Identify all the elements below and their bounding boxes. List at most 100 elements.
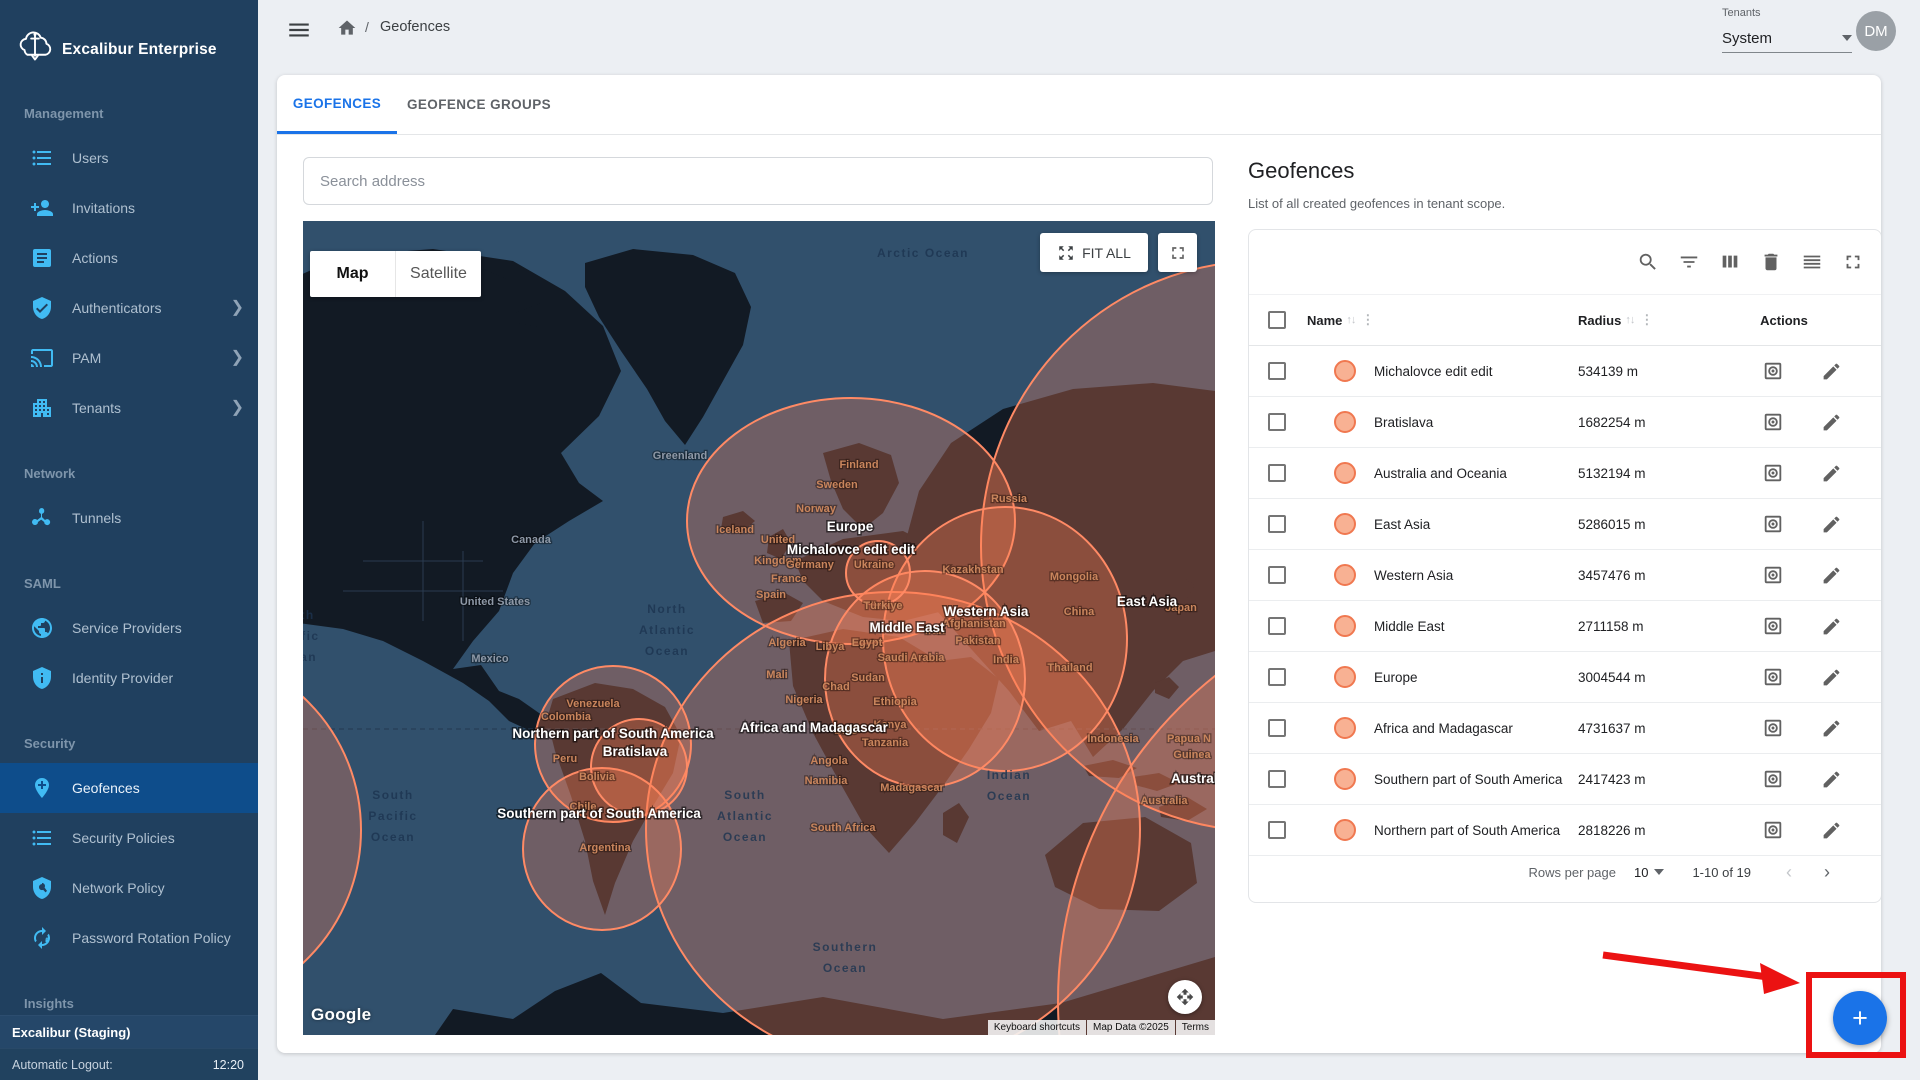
select-all-checkbox[interactable] bbox=[1268, 311, 1286, 329]
map-label-canada: Canada bbox=[511, 534, 552, 546]
delete-button[interactable] bbox=[1875, 511, 1881, 537]
view-on-map-button[interactable] bbox=[1760, 715, 1786, 741]
rows-per-page-label: Rows per page bbox=[1529, 865, 1616, 880]
search-icon[interactable] bbox=[1636, 250, 1660, 274]
view-on-map-button[interactable] bbox=[1760, 766, 1786, 792]
view-on-map-button[interactable] bbox=[1760, 511, 1786, 537]
breadcrumb-home-icon[interactable] bbox=[337, 18, 357, 38]
geofence-name: Western Asia bbox=[1374, 568, 1453, 583]
map-label-greenland: Greenland bbox=[653, 450, 707, 462]
delete-button[interactable] bbox=[1875, 562, 1881, 588]
shield-search-icon bbox=[30, 876, 54, 900]
delete-button[interactable] bbox=[1875, 409, 1881, 435]
sort-icon[interactable]: ↑↓ bbox=[1625, 314, 1634, 326]
edit-button[interactable] bbox=[1818, 766, 1844, 792]
sidebar-item-invitations[interactable]: Invitations bbox=[0, 183, 258, 233]
view-on-map-button[interactable] bbox=[1760, 460, 1786, 486]
view-on-map-button[interactable] bbox=[1760, 664, 1786, 690]
map-type-satellite-button[interactable]: Satellite bbox=[395, 251, 481, 297]
delete-button[interactable] bbox=[1875, 664, 1881, 690]
zoom-out-map-icon bbox=[1057, 244, 1075, 262]
search-address-input[interactable] bbox=[304, 158, 1244, 204]
sidebar-item-geofences[interactable]: Geofences bbox=[0, 763, 258, 813]
geofence-radius: 1682254 m bbox=[1578, 415, 1646, 430]
edit-button[interactable] bbox=[1818, 613, 1844, 639]
edit-button[interactable] bbox=[1818, 817, 1844, 843]
app-root: Excalibur Enterprise ManagementUsersInvi… bbox=[0, 0, 1920, 1080]
density-icon[interactable] bbox=[1800, 250, 1824, 274]
map-pan-button[interactable] bbox=[1168, 980, 1202, 1014]
column-menu-icon[interactable]: ⋮ bbox=[1359, 312, 1376, 328]
delete-button[interactable] bbox=[1875, 715, 1881, 741]
delete-selected-icon[interactable] bbox=[1759, 250, 1783, 274]
columns-icon[interactable] bbox=[1718, 250, 1742, 274]
map-type-map-button[interactable]: Map bbox=[310, 251, 395, 297]
sort-icon[interactable]: ↑↓ bbox=[1346, 314, 1355, 326]
column-menu-icon[interactable]: ⋮ bbox=[1638, 312, 1655, 328]
edit-button[interactable] bbox=[1818, 409, 1844, 435]
delete-button[interactable] bbox=[1875, 817, 1881, 843]
avatar[interactable]: DM bbox=[1856, 11, 1896, 51]
map-label-mali: Mali bbox=[766, 669, 787, 681]
map-label-egypt: Egypt bbox=[852, 637, 883, 649]
row-checkbox[interactable] bbox=[1268, 617, 1286, 635]
edit-button[interactable] bbox=[1818, 511, 1844, 537]
edit-button[interactable] bbox=[1818, 358, 1844, 384]
geofence-label-western-asia: Western Asia bbox=[944, 604, 1029, 619]
view-on-map-button[interactable] bbox=[1760, 409, 1786, 435]
geofence-name: Australia and Oceania bbox=[1374, 466, 1507, 481]
sidebar-item-users[interactable]: Users bbox=[0, 133, 258, 183]
row-checkbox[interactable] bbox=[1268, 515, 1286, 533]
map-fullscreen-button[interactable] bbox=[1158, 233, 1197, 272]
sidebar-item-service-providers[interactable]: Service Providers bbox=[0, 603, 258, 653]
geofence-label-east-asia: East Asia bbox=[1117, 594, 1178, 609]
filter-icon[interactable] bbox=[1677, 250, 1701, 274]
tab-geofences[interactable]: GEOFENCES bbox=[277, 75, 397, 134]
view-on-map-button[interactable] bbox=[1760, 613, 1786, 639]
sidebar-item-actions[interactable]: Actions bbox=[0, 233, 258, 283]
keyboard-shortcuts-link[interactable]: Keyboard shortcuts bbox=[988, 1020, 1086, 1035]
delete-button[interactable] bbox=[1875, 766, 1881, 792]
sidebar-item-network-policy[interactable]: Network Policy bbox=[0, 863, 258, 913]
delete-button[interactable] bbox=[1875, 358, 1881, 384]
view-on-map-button[interactable] bbox=[1760, 358, 1786, 384]
sidebar-item-authenticators[interactable]: Authenticators❯ bbox=[0, 283, 258, 333]
next-page-button[interactable]: › bbox=[1813, 858, 1841, 886]
sidebar-item-identity-provider[interactable]: Identity Provider bbox=[0, 653, 258, 703]
row-checkbox[interactable] bbox=[1268, 362, 1286, 380]
sidebar-item-tunnels[interactable]: Tunnels bbox=[0, 493, 258, 543]
globe-icon bbox=[30, 616, 54, 640]
tenant-select[interactable]: System bbox=[1722, 24, 1852, 53]
sidebar-item-password-rotation-policy[interactable]: Password Rotation Policy bbox=[0, 913, 258, 963]
sidebar-item-tenants[interactable]: Tenants❯ bbox=[0, 383, 258, 433]
view-on-map-button[interactable] bbox=[1760, 817, 1786, 843]
rows-per-page-select[interactable]: 10 bbox=[1634, 865, 1664, 880]
table-fullscreen-icon[interactable] bbox=[1841, 250, 1865, 274]
edit-button[interactable] bbox=[1818, 562, 1844, 588]
delete-button[interactable] bbox=[1875, 613, 1881, 639]
map-label-madagascar: Madagascar bbox=[880, 782, 944, 794]
map[interactable]: Arctic OceanNorthAtlanticOceanSouthAtlan… bbox=[303, 221, 1215, 1035]
edit-button[interactable] bbox=[1818, 715, 1844, 741]
fit-all-button[interactable]: FIT ALL bbox=[1040, 233, 1148, 272]
edit-button[interactable] bbox=[1818, 664, 1844, 690]
row-checkbox[interactable] bbox=[1268, 464, 1286, 482]
view-on-map-button[interactable] bbox=[1760, 562, 1786, 588]
menu-toggle-button[interactable] bbox=[286, 17, 312, 43]
map-label-kazakhstan: Kazakhstan bbox=[942, 564, 1003, 576]
row-checkbox[interactable] bbox=[1268, 770, 1286, 788]
terms-link[interactable]: Terms bbox=[1176, 1020, 1215, 1035]
row-checkbox[interactable] bbox=[1268, 668, 1286, 686]
previous-page-button[interactable]: ‹ bbox=[1775, 858, 1803, 886]
edit-button[interactable] bbox=[1818, 460, 1844, 486]
row-checkbox[interactable] bbox=[1268, 719, 1286, 737]
delete-button[interactable] bbox=[1875, 460, 1881, 486]
row-checkbox[interactable] bbox=[1268, 413, 1286, 431]
row-checkbox[interactable] bbox=[1268, 566, 1286, 584]
tab-geofence-groups[interactable]: GEOFENCE GROUPS bbox=[397, 75, 561, 134]
sidebar-item-security-policies[interactable]: Security Policies bbox=[0, 813, 258, 863]
add-geofence-button[interactable]: + bbox=[1833, 991, 1887, 1045]
chevron-right-icon: ❯ bbox=[231, 350, 244, 366]
row-checkbox[interactable] bbox=[1268, 821, 1286, 839]
sidebar-item-pam[interactable]: PAM❯ bbox=[0, 333, 258, 383]
